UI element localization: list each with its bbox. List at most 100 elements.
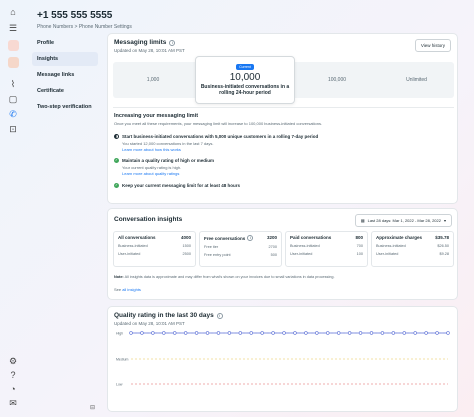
row-key: User-initiated xyxy=(290,252,313,256)
note-label: Note: xyxy=(114,275,124,279)
quality-point-24[interactable] xyxy=(380,331,385,335)
quality-point-20[interactable] xyxy=(336,331,341,335)
quality-point-13[interactable] xyxy=(260,331,264,335)
in-progress-icon xyxy=(114,134,119,139)
paid-conversations-box: Paid conversations 800 Business-initiated… xyxy=(285,231,368,267)
insight-boxes: All conversations 4000 Business-initiated… xyxy=(113,231,454,267)
quality-point-7[interactable] xyxy=(194,331,199,335)
quality-point-2[interactable] xyxy=(140,331,144,335)
quality-point-5[interactable] xyxy=(173,331,177,335)
learn-more-link[interactable]: Learn more about quality ratings xyxy=(122,171,444,176)
view-history-button[interactable]: View history xyxy=(414,39,451,52)
chevron-down-icon: ▾ xyxy=(443,218,446,223)
cart-icon[interactable]: ⊡ xyxy=(7,123,19,135)
nav-item-two-step-verification[interactable]: Two-step verification xyxy=(32,100,98,114)
messaging-limits-card: Messaging limits i Updated on May 28, 10… xyxy=(107,33,458,204)
box-value: 800 xyxy=(355,235,363,240)
tier-unlimited: Unlimited xyxy=(406,77,427,83)
see-prefix: See xyxy=(114,287,122,292)
analytics-icon[interactable]: ⌇ xyxy=(7,78,19,90)
y-tick-label-medium: Medium xyxy=(116,358,129,362)
quality-point-28[interactable] xyxy=(424,331,428,335)
requirement-description: You started 12,000 conversations in the … xyxy=(122,140,214,146)
row-value: $26.50 xyxy=(437,244,449,248)
box-label: Free conversations xyxy=(204,235,246,241)
learn-more-link[interactable]: Learn more about how this works xyxy=(122,147,444,152)
row-key: Free tier xyxy=(204,245,219,249)
quality-point-8[interactable] xyxy=(205,331,210,335)
nav-item-certificate[interactable]: Certificate xyxy=(32,84,98,98)
quality-point-19[interactable] xyxy=(326,331,330,335)
quality-point-4[interactable] xyxy=(162,331,166,335)
breadcrumb-current: Phone Number Settings xyxy=(78,24,132,30)
phone-icon[interactable]: ✆ xyxy=(7,108,19,120)
row-value: 2500 xyxy=(182,252,191,256)
quality-point-21[interactable] xyxy=(347,331,352,335)
quality-point-27[interactable] xyxy=(413,331,417,335)
quality-point-15[interactable] xyxy=(282,331,286,335)
row-value: $9.28 xyxy=(439,252,449,256)
chat-icon[interactable]: ▢ xyxy=(7,93,19,105)
row-key: Free entry point xyxy=(204,253,231,257)
date-range-picker[interactable]: ▦ Last 28 days: Mar 1, 2022 - Mar 28, 20… xyxy=(354,214,452,227)
feedback-icon[interactable]: ✉ xyxy=(7,397,19,409)
requirement-step-3: ✓ Keep your current messaging limit for … xyxy=(114,183,444,188)
nav-item-profile[interactable]: Profile xyxy=(32,36,98,50)
quality-point-22[interactable] xyxy=(358,331,363,335)
quality-point-11[interactable] xyxy=(238,331,243,335)
info-icon[interactable]: i xyxy=(169,39,176,46)
quality-point-18[interactable] xyxy=(315,331,319,335)
settings-icon[interactable]: ⚙ xyxy=(7,355,19,367)
bell-icon[interactable]: ◔ xyxy=(7,383,19,395)
y-tick-label-high: High xyxy=(116,332,123,336)
quality-point-14[interactable] xyxy=(271,331,275,335)
page-header: +1 555 555 5555 Phone Numbers > Phone Nu… xyxy=(37,10,132,30)
collapse-sidebar-icon[interactable]: ⊟ xyxy=(90,404,95,411)
quality-point-30[interactable] xyxy=(446,331,450,335)
quality-point-10[interactable] xyxy=(227,331,232,335)
menu-icon[interactable]: ☰ xyxy=(7,22,19,34)
tier-100000: 100,000 xyxy=(327,77,347,83)
note-text: All insights data is approximate and may… xyxy=(124,275,335,279)
box-value: 3200 xyxy=(266,235,277,240)
messaging-limits-title: Messaging limits i xyxy=(114,39,185,46)
box-label: All conversations xyxy=(118,235,156,240)
row-value: 700 xyxy=(356,244,363,248)
app-icon-2[interactable] xyxy=(7,57,19,68)
quality-point-3[interactable] xyxy=(151,331,155,335)
breadcrumb-root[interactable]: Phone Numbers xyxy=(37,24,73,30)
quality-rating-title: Quality rating in the last 30 days i xyxy=(114,312,223,319)
quality-point-26[interactable] xyxy=(402,331,406,335)
requirement-step-2: ✓ Maintain a quality rating of high or m… xyxy=(114,158,444,176)
nav-item-message-links[interactable]: Message links xyxy=(32,68,98,82)
row-value: 500 xyxy=(270,253,277,257)
box-label: Approximate charges xyxy=(376,235,423,240)
quality-rating-chart: High Medium Low xyxy=(116,331,450,387)
quality-rating-heading: Quality rating in the last 30 days xyxy=(114,312,214,319)
messaging-limits-updated: Updated on May 28, 10:01 AM PST xyxy=(114,48,185,53)
messaging-limits-heading: Messaging limits xyxy=(114,39,167,46)
help-icon[interactable]: ? xyxy=(7,369,19,381)
quality-point-23[interactable] xyxy=(369,331,374,335)
requirement-description: Your current quality rating is high. xyxy=(122,164,182,170)
info-icon[interactable]: i xyxy=(216,312,223,319)
row-key: User-initiated xyxy=(376,252,399,256)
quality-point-16[interactable] xyxy=(293,331,297,335)
check-icon: ✓ xyxy=(114,158,119,163)
box-value: 4000 xyxy=(180,235,191,240)
info-icon[interactable]: i xyxy=(247,235,254,241)
breadcrumb-separator: > xyxy=(74,24,78,30)
app-icon-1[interactable] xyxy=(7,40,19,51)
quality-point-6[interactable] xyxy=(183,331,188,335)
nav-item-insights[interactable]: Insights xyxy=(32,52,98,66)
quality-point-29[interactable] xyxy=(435,331,439,335)
quality-point-25[interactable] xyxy=(391,331,396,335)
quality-point-1[interactable] xyxy=(129,331,133,335)
quality-point-12[interactable] xyxy=(249,331,253,335)
quality-point-17[interactable] xyxy=(304,331,308,335)
home-icon[interactable]: ⌂ xyxy=(7,6,19,18)
increase-limit-title: Increasing your messaging limit xyxy=(114,113,199,119)
all-insights-link[interactable]: all insights xyxy=(122,287,141,292)
quality-point-9[interactable] xyxy=(216,331,221,335)
quality-rating-updated: Updated on May 28, 10:01 AM PST xyxy=(114,321,185,326)
